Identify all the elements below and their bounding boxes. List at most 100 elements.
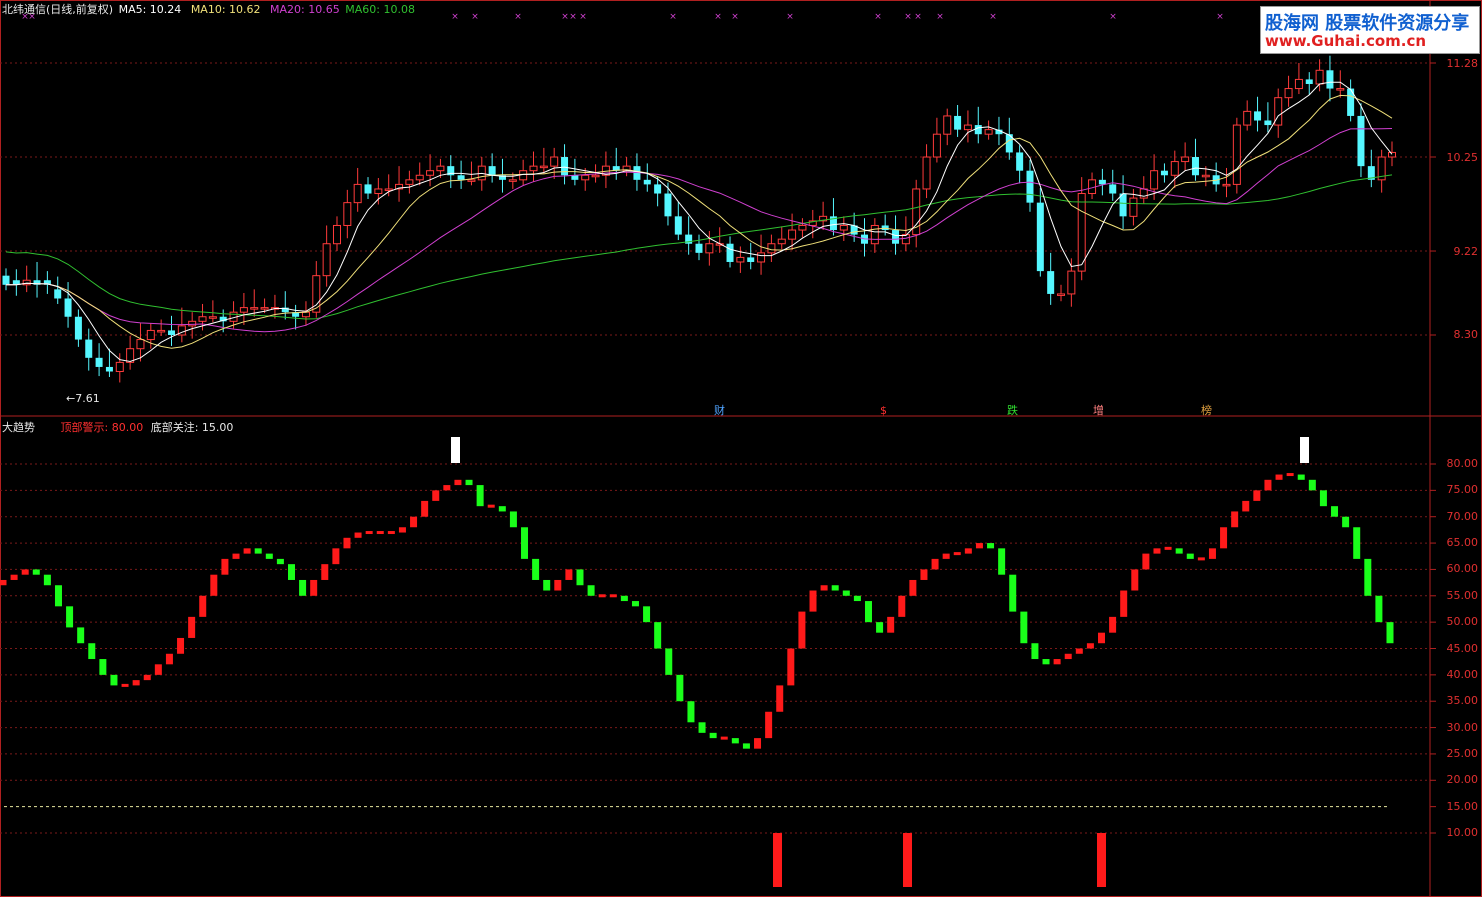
indicator-tick-label: 15.00 xyxy=(1446,799,1479,813)
event-marker-finance[interactable]: 财 xyxy=(714,402,725,418)
candle-body-down xyxy=(747,257,755,262)
indicator-bars xyxy=(0,473,1394,749)
candle-body-down xyxy=(1160,170,1168,176)
candle-body-down xyxy=(167,330,175,335)
trend-bar-fall xyxy=(665,648,673,675)
low-price-annotation: ←7.61 xyxy=(66,392,100,405)
ma10-line xyxy=(6,94,1393,349)
ma20-readout: MA20: 10.65 xyxy=(270,3,340,16)
trend-bar-rise xyxy=(387,531,395,535)
ma5-line xyxy=(6,81,1393,363)
trend-bar-rise xyxy=(598,594,606,598)
event-marker-increase[interactable]: 增 xyxy=(1093,402,1104,418)
grid-lines xyxy=(0,0,1482,897)
trend-bar-fall xyxy=(465,479,473,486)
x-marker-icon: × xyxy=(579,12,587,22)
trend-bar-fall xyxy=(43,574,51,586)
x-marker-icon: × xyxy=(904,12,912,22)
trend-bar-fall xyxy=(1031,643,1039,660)
candle-body-up xyxy=(405,179,414,185)
trend-bar-rise xyxy=(1098,632,1106,644)
trend-bar-fall xyxy=(32,569,40,575)
price-tick: 9.22 xyxy=(1453,245,1479,258)
candle-body-down xyxy=(488,166,496,176)
candle-body-up xyxy=(1284,88,1293,99)
trend-bar-fall xyxy=(1175,548,1183,554)
trend-bar-rise xyxy=(964,548,972,554)
trend-bar-fall xyxy=(698,722,706,733)
candle-body-down xyxy=(1191,157,1199,176)
trend-bar-rise xyxy=(21,569,29,575)
candle-body-up xyxy=(581,174,590,181)
candle-body-up xyxy=(1067,270,1076,295)
trend-bar-rise xyxy=(1208,548,1216,559)
trend-bar-fall xyxy=(709,732,717,739)
trend-bar-rise xyxy=(1064,653,1072,660)
candle-body-up xyxy=(757,252,766,263)
chart-canvas[interactable]: × × × × × × × × × × × × × × × × × × × xyxy=(0,0,1482,897)
trend-bar-fall xyxy=(509,511,517,528)
candle-body-down xyxy=(1254,111,1262,121)
event-marker-rank[interactable]: 榜 xyxy=(1201,402,1212,418)
candle-body-up xyxy=(436,165,445,172)
indicator-tick-label: 10.00 xyxy=(1446,826,1479,839)
trend-bar-rise xyxy=(1220,527,1228,549)
trend-bar-rise xyxy=(565,569,573,580)
trend-bar-rise xyxy=(188,616,196,638)
trend-bar-fall xyxy=(742,743,750,749)
candle-body-up xyxy=(1057,293,1066,296)
x-marker-icon: × xyxy=(786,12,794,22)
candle-body-up xyxy=(529,165,538,172)
candle-body-up xyxy=(1243,110,1252,126)
indicator-name: 大趋势 xyxy=(2,421,35,434)
trend-bar-rise xyxy=(154,664,162,675)
candle-body-up xyxy=(1388,151,1396,158)
x-marker-icon: × xyxy=(936,12,944,22)
candle-body-up xyxy=(198,316,207,322)
trend-bar-fall xyxy=(1386,622,1394,644)
bottom-watch-signal xyxy=(773,833,782,887)
candle-body-down xyxy=(1026,170,1034,203)
candle-body-down xyxy=(1109,184,1117,194)
indicator-tick-label: 20.00 xyxy=(1446,773,1479,787)
trend-bar-rise xyxy=(421,500,429,517)
candle-body-up xyxy=(250,307,259,310)
trend-bar-rise xyxy=(554,579,562,591)
trend-bar-fall xyxy=(1319,490,1327,507)
trend-bar-fall xyxy=(587,585,595,596)
trend-bar-rise xyxy=(975,543,983,549)
candle-body-up xyxy=(1170,161,1179,176)
trend-bar-rise xyxy=(909,579,917,596)
candle-body-down xyxy=(1357,115,1365,167)
trend-bar-fall xyxy=(1375,595,1383,623)
x-marker-icon: × xyxy=(714,12,722,22)
trend-bar-rise xyxy=(243,548,251,554)
trend-bar-rise xyxy=(310,579,318,596)
trend-bar-fall xyxy=(853,595,861,602)
event-marker-fall[interactable]: 跌 xyxy=(1007,402,1018,418)
stock-title: 北纬通信(日线,前复权) xyxy=(2,3,114,16)
trend-bar-fall xyxy=(1331,506,1339,517)
trend-bar-fall xyxy=(498,506,506,512)
x-marker-icon: × xyxy=(989,12,997,22)
candle-body-down xyxy=(1016,152,1024,171)
trend-bar-rise xyxy=(232,553,240,559)
price-tick: 11.28 xyxy=(1446,57,1479,70)
x-marker-icon: × xyxy=(914,12,922,22)
trend-bar-rise xyxy=(1164,546,1172,550)
candle-body-up xyxy=(539,165,548,169)
candle-body-up xyxy=(1232,124,1241,185)
trend-bar-rise xyxy=(10,574,18,580)
trend-bar-fall xyxy=(1042,659,1050,665)
trend-bar-fall xyxy=(620,595,628,602)
trend-bar-rise xyxy=(1053,659,1061,665)
trend-bar-fall xyxy=(299,579,307,596)
candle-body-up xyxy=(870,224,879,245)
candle-body-down xyxy=(1098,179,1106,185)
event-marker-dollar[interactable]: $ xyxy=(880,404,887,417)
indicator-tick-label: 45.00 xyxy=(1446,641,1479,655)
x-marker-icon: × xyxy=(669,12,677,22)
candle-body-up xyxy=(146,329,155,341)
candle-body-up xyxy=(260,307,269,310)
trend-bar-fall xyxy=(876,622,884,633)
